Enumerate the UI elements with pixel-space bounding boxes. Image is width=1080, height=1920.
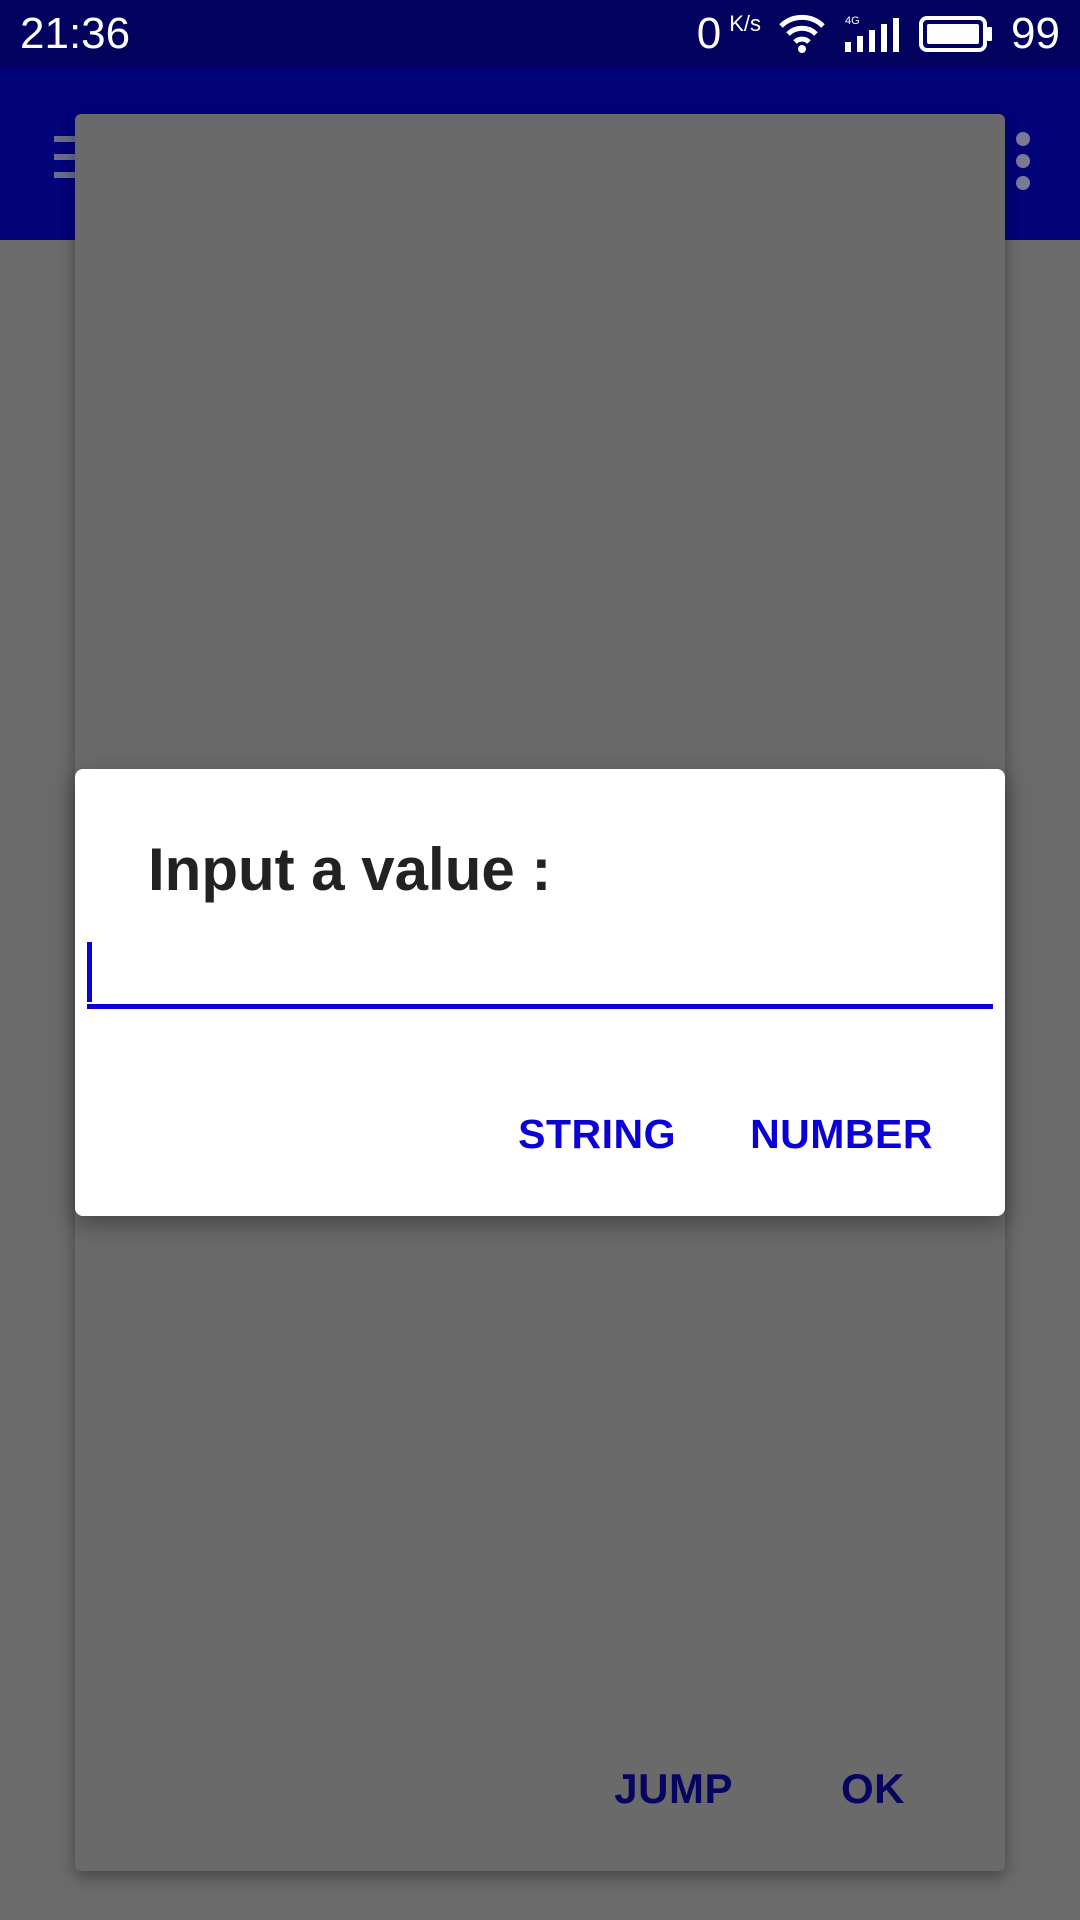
battery-level: 99 bbox=[1011, 9, 1060, 58]
jump-button[interactable]: JUMP bbox=[614, 1765, 733, 1813]
net-speed-unit: K/s bbox=[729, 11, 762, 36]
number-button[interactable]: NUMBER bbox=[750, 1111, 933, 1158]
status-icons: 0 K/s 4G 99 bbox=[697, 8, 1060, 60]
outer-dialog-actions: JUMP OK bbox=[614, 1765, 905, 1813]
net-speed-value: 0 bbox=[696, 9, 722, 58]
wifi-icon bbox=[779, 14, 825, 54]
status-bar: 21:36 0 K/s 4G 99 bbox=[0, 0, 1080, 68]
value-input[interactable] bbox=[87, 939, 993, 1009]
string-button[interactable]: STRING bbox=[518, 1111, 676, 1158]
screen: 21:36 0 K/s 4G 99 JUMP OK Input a value … bbox=[0, 0, 1080, 1920]
input-dialog-actions: STRING NUMBER bbox=[518, 1111, 933, 1158]
text-caret bbox=[87, 942, 92, 1002]
overflow-menu-icon[interactable] bbox=[1016, 132, 1030, 198]
battery-icon bbox=[917, 14, 993, 54]
status-time: 21:36 bbox=[20, 9, 131, 58]
network-type-label: 4G bbox=[845, 15, 860, 27]
net-speed: 0 K/s bbox=[697, 9, 761, 59]
ok-button[interactable]: OK bbox=[841, 1765, 905, 1813]
signal-icon: 4G bbox=[843, 14, 900, 54]
dialog-title: Input a value : bbox=[148, 836, 552, 903]
input-dialog: Input a value : STRING NUMBER bbox=[75, 769, 1005, 1216]
